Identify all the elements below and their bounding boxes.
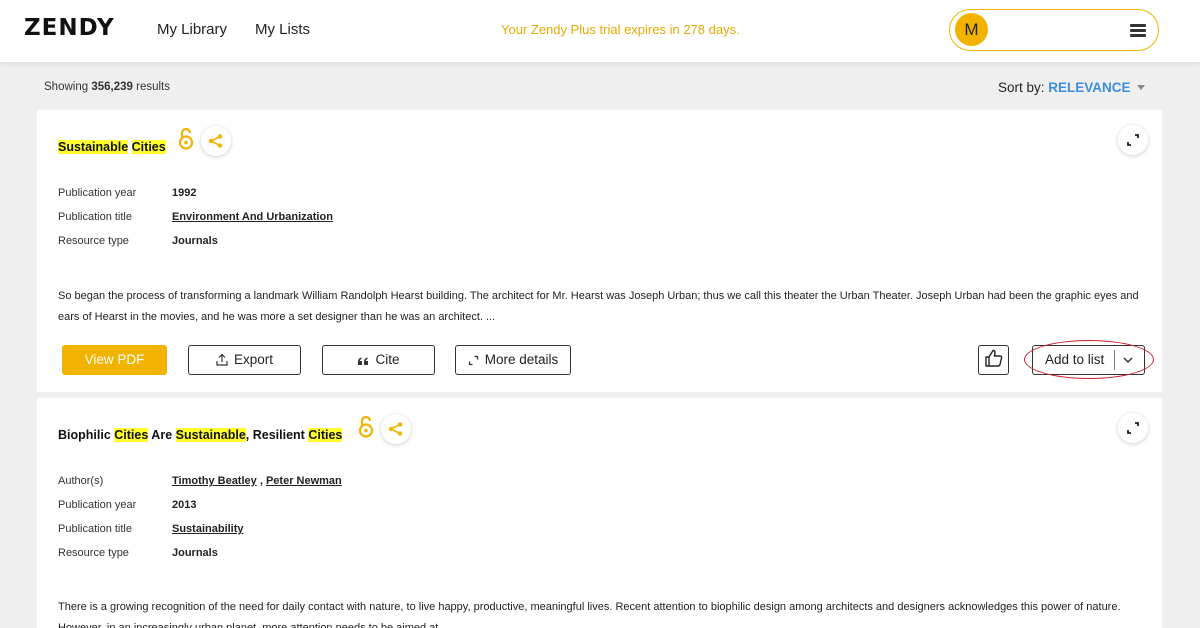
abstract: There is a growing recognition of the ne… bbox=[58, 601, 1121, 628]
title-text: Biophilic bbox=[58, 428, 115, 442]
meta-label: Resource type bbox=[58, 235, 129, 247]
result-title[interactable]: Biophilic Cities Are Sustainable, Resili… bbox=[58, 428, 343, 442]
results-count: Showing 356,239 results bbox=[44, 81, 170, 93]
title-highlight: Cities bbox=[131, 140, 166, 154]
author-link[interactable]: Peter Newman bbox=[266, 475, 342, 487]
cite-button[interactable]: Cite bbox=[322, 345, 435, 375]
meta-row: Resource type Journals bbox=[58, 235, 958, 249]
sort-dropdown[interactable]: Sort by: RELEVANCE bbox=[998, 80, 1145, 95]
export-label: Export bbox=[233, 352, 274, 367]
meta-label: Publication title bbox=[58, 211, 132, 223]
button-divider bbox=[1114, 350, 1115, 370]
expand-icon bbox=[1127, 134, 1139, 146]
sort-label: Sort by: bbox=[998, 80, 1045, 95]
expand-icon bbox=[1127, 422, 1139, 434]
expand-arrows-icon bbox=[468, 355, 478, 366]
meta-row: Author(s) Timothy Beatley , Peter Newman bbox=[58, 475, 958, 489]
share-button[interactable] bbox=[381, 414, 411, 444]
publication-title-link[interactable]: Environment And Urbanization bbox=[172, 211, 333, 223]
showing-suffix: results bbox=[136, 81, 170, 93]
caret-down-icon bbox=[1136, 85, 1145, 90]
meta-row: Resource type Journals bbox=[58, 547, 958, 561]
meta-row: Publication year 2013 bbox=[58, 499, 958, 513]
more-details-label: More details bbox=[484, 352, 559, 367]
title-highlight: Cities bbox=[114, 428, 149, 442]
meta-row: Publication year 1992 bbox=[58, 187, 958, 201]
nav-my-lists[interactable]: My Lists bbox=[255, 21, 310, 38]
export-button[interactable]: Export bbox=[188, 345, 301, 375]
expand-button[interactable] bbox=[1118, 413, 1148, 443]
add-to-list-label: Add to list bbox=[1045, 352, 1105, 367]
share-icon bbox=[208, 134, 223, 148]
user-menu-button[interactable]: M bbox=[949, 9, 1159, 51]
view-pdf-button[interactable]: View PDF bbox=[62, 345, 167, 375]
nav-my-library[interactable]: My Library bbox=[157, 21, 227, 38]
meta-value: 1992 bbox=[172, 187, 197, 199]
add-to-list-button[interactable]: Add to list bbox=[1032, 345, 1145, 375]
meta-value: Journals bbox=[172, 235, 218, 247]
thumbs-up-icon bbox=[984, 349, 1002, 367]
title-highlight: Sustainable bbox=[175, 428, 246, 442]
share-icon bbox=[388, 422, 403, 436]
zendy-logo[interactable]: ZENDY bbox=[24, 15, 115, 41]
publication-title-link[interactable]: Sustainability bbox=[172, 523, 244, 535]
showing-prefix: Showing bbox=[44, 81, 89, 93]
meta-label: Resource type bbox=[58, 547, 129, 559]
avatar: M bbox=[955, 13, 988, 46]
abstract: So began the process of transforming a l… bbox=[58, 290, 1139, 323]
menu-icon bbox=[1130, 24, 1146, 37]
meta-label: Publication year bbox=[58, 499, 137, 511]
title-highlight: Sustainable bbox=[58, 140, 129, 154]
title-text: Are bbox=[148, 428, 176, 442]
meta-label: Author(s) bbox=[58, 475, 104, 487]
like-button[interactable] bbox=[978, 345, 1009, 375]
meta-value: Journals bbox=[172, 547, 218, 559]
upload-icon bbox=[216, 353, 228, 366]
more-details-button[interactable]: More details bbox=[455, 345, 571, 375]
author-link[interactable]: Timothy Beatley bbox=[172, 475, 257, 487]
sort-value: RELEVANCE bbox=[1048, 80, 1131, 95]
meta-value: 2013 bbox=[172, 499, 197, 511]
trial-notice: Your Zendy Plus trial expires in 278 day… bbox=[501, 22, 740, 37]
result-title[interactable]: Sustainable Cities bbox=[58, 140, 166, 154]
cite-label: Cite bbox=[375, 352, 400, 367]
expand-button[interactable] bbox=[1118, 125, 1148, 155]
title-highlight: Cities bbox=[308, 428, 343, 442]
results-number: 356,239 bbox=[91, 81, 133, 93]
meta-row: Publication title Environment And Urbani… bbox=[58, 211, 958, 225]
meta-label: Publication year bbox=[58, 187, 137, 199]
open-access-icon bbox=[358, 415, 374, 438]
title-text: , Resilient bbox=[245, 428, 309, 442]
open-access-icon bbox=[178, 127, 194, 150]
meta-row: Publication title Sustainability bbox=[58, 523, 958, 537]
result-card: Biophilic Cities Are Sustainable, Resili… bbox=[37, 398, 1162, 628]
quote-icon bbox=[358, 357, 369, 365]
chevron-down-icon[interactable] bbox=[1121, 350, 1135, 370]
top-header: ZENDY My Library My Lists Your Zendy Plu… bbox=[0, 0, 1200, 62]
share-button[interactable] bbox=[201, 126, 231, 156]
author-separator: , bbox=[256, 475, 266, 487]
meta-label: Publication title bbox=[58, 523, 132, 535]
result-card: Sustainable Cities Publication year 1992… bbox=[37, 110, 1162, 392]
